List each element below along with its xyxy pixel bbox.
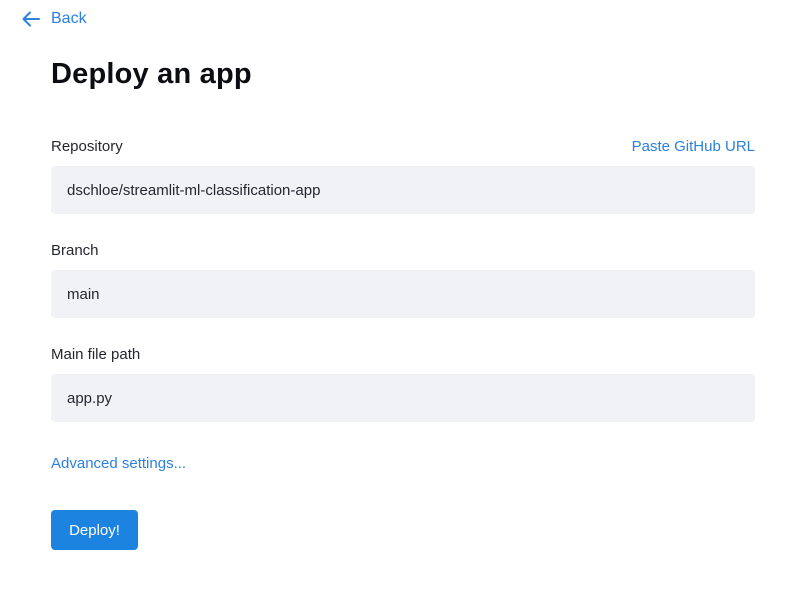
deploy-page: Back Deploy an app Repository Paste GitH… bbox=[0, 0, 806, 590]
back-link[interactable]: Back bbox=[21, 9, 87, 29]
paste-github-url-link[interactable]: Paste GitHub URL bbox=[632, 138, 755, 155]
repository-value: dschloe/streamlit-ml-classification-app bbox=[67, 181, 321, 199]
arrow-left-icon bbox=[21, 9, 41, 29]
main-file-input[interactable]: app.py bbox=[51, 374, 755, 422]
advanced-settings-link[interactable]: Advanced settings... bbox=[51, 455, 186, 472]
back-label: Back bbox=[51, 10, 87, 27]
main-file-label: Main file path bbox=[51, 345, 141, 363]
repository-input[interactable]: dschloe/streamlit-ml-classification-app bbox=[51, 166, 755, 214]
deploy-button[interactable]: Deploy! bbox=[51, 510, 138, 550]
main-file-label-row: Main file path bbox=[51, 343, 755, 365]
repository-label-row: Repository Paste GitHub URL bbox=[51, 135, 755, 157]
branch-value: main bbox=[67, 285, 100, 303]
branch-input[interactable]: main bbox=[51, 270, 755, 318]
page-title: Deploy an app bbox=[51, 58, 252, 90]
branch-label-row: Branch bbox=[51, 239, 755, 261]
repository-label: Repository bbox=[51, 137, 123, 155]
branch-label: Branch bbox=[51, 241, 99, 259]
main-file-value: app.py bbox=[67, 389, 113, 407]
